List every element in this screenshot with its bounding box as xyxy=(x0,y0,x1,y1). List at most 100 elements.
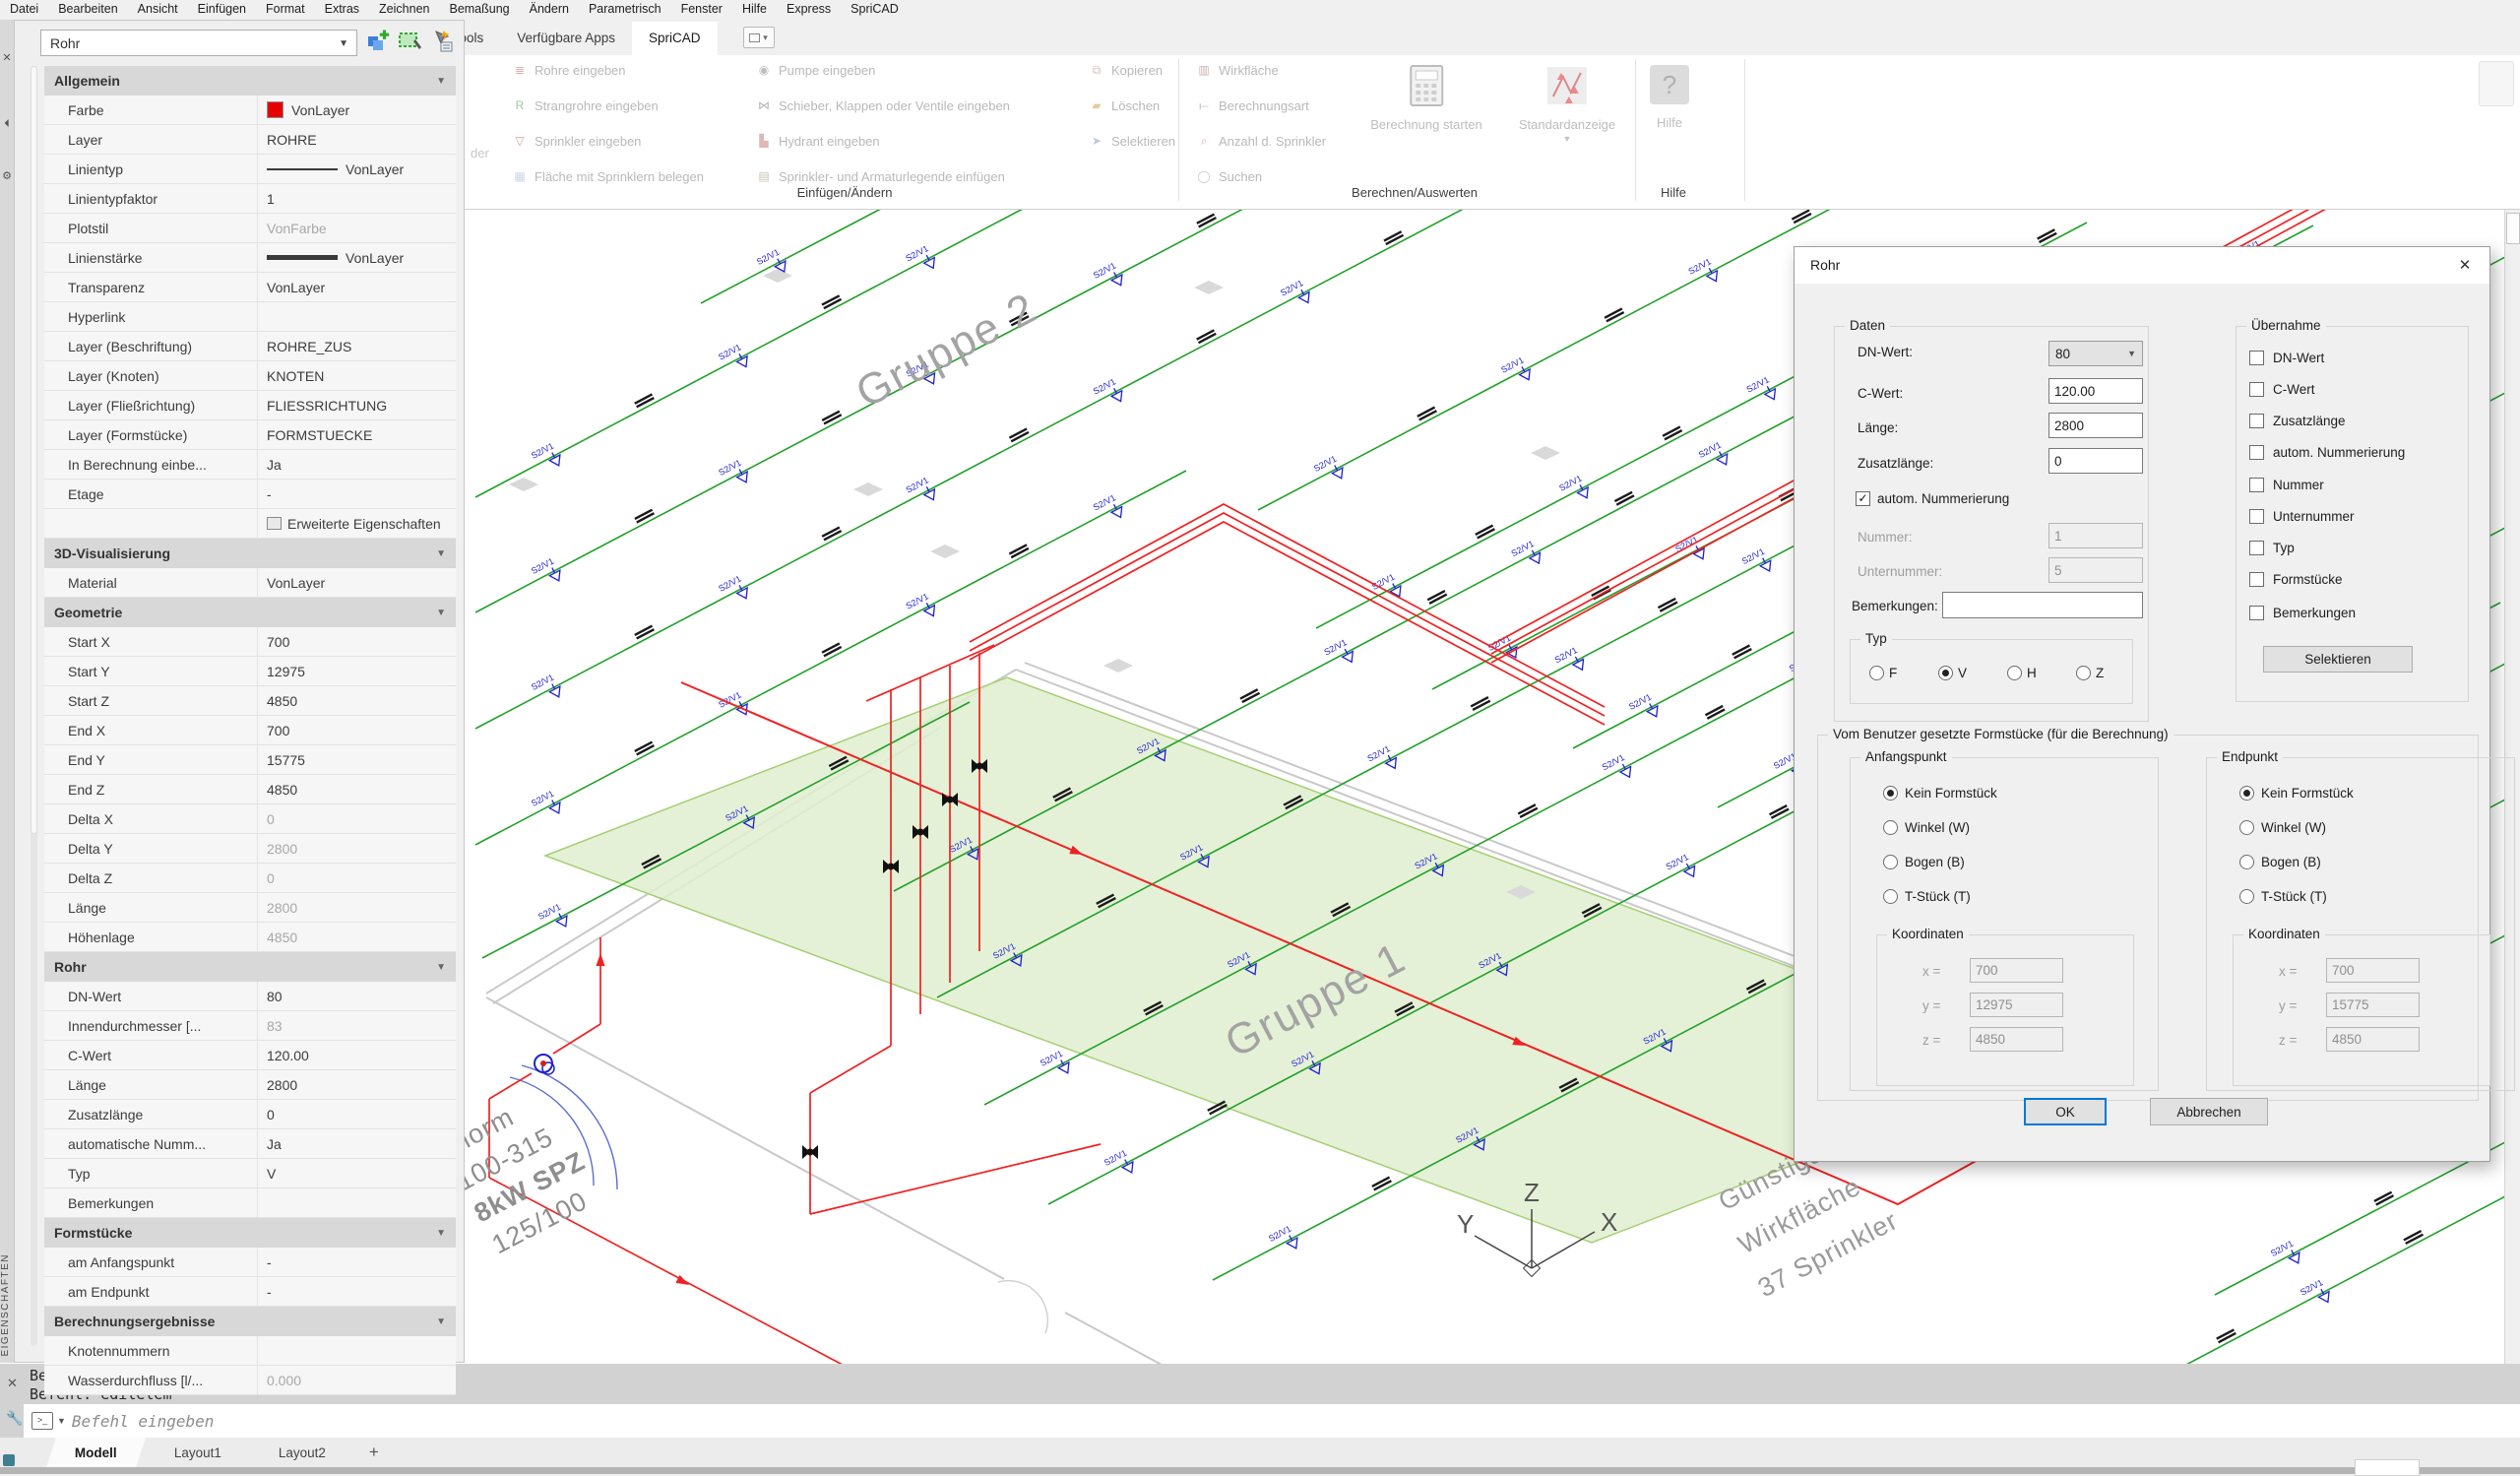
palette-section-rohr[interactable]: Rohr▼ xyxy=(44,952,456,982)
palette-section-3d-visualisierung[interactable]: 3D-Visualisierung▼ xyxy=(44,539,456,568)
ok-button[interactable]: OK xyxy=(2024,1098,2107,1125)
property-row[interactable]: LayerROHRE xyxy=(44,125,456,155)
anfangspunkt-radio-0[interactable] xyxy=(1883,786,1898,801)
close-icon[interactable]: ✕ xyxy=(2454,255,2476,277)
typ-radio-h[interactable] xyxy=(2007,666,2022,680)
typ-radio-f[interactable] xyxy=(1869,666,1884,680)
uebernahme-checkbox-bemerkungen[interactable] xyxy=(2249,606,2264,620)
menu-item-zeichnen[interactable]: Zeichnen xyxy=(369,0,439,18)
chevron-down-icon[interactable]: ▼ xyxy=(339,31,348,57)
input-cwert[interactable]: 120.00 xyxy=(2048,378,2143,404)
add-to-selection-icon[interactable] xyxy=(365,29,391,54)
input-zusatzlnge[interactable]: 0 xyxy=(2048,448,2143,474)
ribbon-button-schieber-klappen-oder-ventile-eingeben[interactable]: ⋈Schieber, Klappen oder Ventile eingeben xyxy=(756,94,1010,117)
menu-item-format[interactable]: Format xyxy=(256,0,315,18)
endpunkt-radio-3[interactable] xyxy=(2239,889,2254,904)
endpunkt-radio-1[interactable] xyxy=(2239,820,2254,835)
uebernahme-checkbox-zusatzl-nge[interactable] xyxy=(2249,414,2264,428)
ribbon-button-fl-che-mit-sprinklern-belegen[interactable]: ▦Fläche mit Sprinklern belegen xyxy=(512,164,704,188)
abbrechen-button[interactable]: Abbrechen xyxy=(2150,1098,2268,1125)
property-row[interactable]: Delta Z0 xyxy=(44,864,456,893)
selektieren-button[interactable]: Selektieren xyxy=(2263,646,2413,673)
uebernahme-checkbox-c-wert[interactable] xyxy=(2249,382,2264,397)
ribbon-button-wirkfl-che[interactable]: ▥Wirkfläche xyxy=(1196,58,1279,82)
command-customize-wrench-icon[interactable]: 🔧 xyxy=(6,1410,23,1427)
property-row[interactable]: Zusatzlänge0 xyxy=(44,1100,456,1129)
palette-settings-gear-icon[interactable]: ⚙ xyxy=(0,169,14,182)
property-row[interactable]: Hyperlink xyxy=(44,302,456,332)
property-row[interactable]: End X700 xyxy=(44,716,456,745)
property-row[interactable]: Erweiterte Eigenschaften xyxy=(44,509,456,539)
ribbon-button-sprinkler-eingeben[interactable]: ▽Sprinkler eingeben xyxy=(512,129,641,153)
palette-section-allgemein[interactable]: Allgemein▼ xyxy=(44,66,456,96)
property-row[interactable]: Start Z4850 xyxy=(44,686,456,716)
ribbon-button-berechnungsart[interactable]: ⟝Berechnungsart xyxy=(1196,94,1309,117)
ribbon-button-suchen[interactable]: ◯Suchen xyxy=(1196,164,1262,188)
palette-section-formst-cke[interactable]: Formstücke▼ xyxy=(44,1218,456,1248)
layout-tab-layout2[interactable]: Layout2 xyxy=(250,1438,354,1467)
quick-select-icon[interactable] xyxy=(428,29,454,54)
menu-item-bemaßung[interactable]: Bemaßung xyxy=(439,0,519,18)
dialog-title-bar[interactable]: Rohr ✕ xyxy=(1795,247,2489,284)
property-row[interactable]: MaterialVonLayer xyxy=(44,568,456,598)
property-row[interactable]: Layer (Formstücke)FORMSTUECKE xyxy=(44,420,456,450)
property-row[interactable]: Start X700 xyxy=(44,627,456,657)
typ-radio-v[interactable] xyxy=(1938,666,1953,680)
ribbon-button-anzahl-d-sprinkler[interactable]: ⌕Anzahl d. Sprinkler xyxy=(1196,129,1326,153)
anfangspunkt-radio-2[interactable] xyxy=(1883,855,1898,869)
palette-autohide-icon[interactable]: ⏴ xyxy=(0,118,14,131)
property-row[interactable]: Linientypfaktor1 xyxy=(44,184,456,214)
property-row[interactable]: Länge2800 xyxy=(44,893,456,923)
command-prompt-icon[interactable]: >_ xyxy=(32,1412,53,1430)
endpunkt-radio-2[interactable] xyxy=(2239,855,2254,869)
property-row[interactable]: LinientypVonLayer xyxy=(44,155,456,184)
layout-tab-layout1[interactable]: Layout1 xyxy=(146,1438,250,1467)
property-row[interactable]: TypV xyxy=(44,1159,456,1188)
color-swatch[interactable] xyxy=(267,101,284,118)
property-row[interactable]: Layer (Knoten)KNOTEN xyxy=(44,361,456,391)
property-row[interactable]: DN-Wert80 xyxy=(44,982,456,1011)
menu-item-bearbeiten[interactable]: Bearbeiten xyxy=(48,0,127,18)
anfangspunkt-radio-1[interactable] xyxy=(1883,820,1898,835)
property-row[interactable]: TransparenzVonLayer xyxy=(44,273,456,302)
ribbon-button-strangrohre-eingeben[interactable]: RStrangrohre eingeben xyxy=(512,94,659,117)
menu-item-hilfe[interactable]: Hilfe xyxy=(732,0,777,18)
ribbon-button-berechnung-starten[interactable]: Berechnung starten xyxy=(1370,63,1481,132)
select-objects-icon[interactable] xyxy=(397,29,422,54)
property-row[interactable]: End Y15775 xyxy=(44,745,456,775)
typ-radio-z[interactable] xyxy=(2076,666,2091,680)
uebernahme-checkbox-autom-nummerierung[interactable] xyxy=(2249,445,2264,460)
menu-item-datei[interactable]: Datei xyxy=(0,0,48,18)
uebernahme-checkbox-typ[interactable] xyxy=(2249,541,2264,555)
property-row[interactable]: Layer (Beschriftung)ROHRE_ZUS xyxy=(44,332,456,361)
property-row[interactable]: C-Wert120.00 xyxy=(44,1041,456,1070)
property-row[interactable]: Start Y12975 xyxy=(44,657,456,686)
uebernahme-checkbox-formst-cke[interactable] xyxy=(2249,572,2264,587)
ribbon-button-hydrant-eingeben[interactable]: ▙Hydrant eingeben xyxy=(756,129,880,153)
property-row[interactable]: Wasserdurchfluss [l/...0.000 xyxy=(44,1366,456,1395)
property-row[interactable]: Länge2800 xyxy=(44,1070,456,1100)
palette-close-icon[interactable]: ✕ xyxy=(0,51,14,64)
property-row[interactable]: am Endpunkt- xyxy=(44,1277,456,1307)
ribbon-tab-spricad[interactable]: SpriCAD xyxy=(632,22,718,55)
input-lnge[interactable]: 2800 xyxy=(2048,413,2143,438)
object-type-combobox[interactable]: Rohr ▼ xyxy=(40,30,357,56)
menu-item-parametrisch[interactable]: Parametrisch xyxy=(579,0,671,18)
command-close-icon[interactable]: ✕ xyxy=(7,1376,18,1391)
anfangspunkt-radio-3[interactable] xyxy=(1883,889,1898,904)
ribbon-button-selektieren[interactable]: ➤Selektieren xyxy=(1089,129,1175,153)
menu-item-extras[interactable]: Extras xyxy=(315,0,369,18)
dn-wert-combobox[interactable]: 80▼ xyxy=(2048,341,2143,366)
property-row[interactable]: PlotstilVonFarbe xyxy=(44,214,456,243)
property-row[interactable]: In Berechnung einbe...Ja xyxy=(44,450,456,480)
ribbon-button-hilfe[interactable]: ?Hilfe xyxy=(1648,63,1691,130)
ribbon-tab-verf-gbare-apps[interactable]: Verfügbare Apps xyxy=(500,22,632,55)
uebernahme-checkbox-dn-wert[interactable] xyxy=(2249,351,2264,365)
palette-section-berechnungsergebnisse[interactable]: Berechnungsergebnisse▼ xyxy=(44,1307,456,1336)
property-row[interactable]: End Z4850 xyxy=(44,775,456,804)
bemerkungen-input[interactable] xyxy=(1942,592,2143,618)
palette-section-geometrie[interactable]: Geometrie▼ xyxy=(44,598,456,627)
command-input[interactable]: >_ ▼ Befehl eingeben xyxy=(24,1404,2520,1438)
add-layout-button[interactable]: + xyxy=(369,1443,379,1462)
autom-nummerierung-checkbox[interactable]: ✓ xyxy=(1856,491,1870,506)
